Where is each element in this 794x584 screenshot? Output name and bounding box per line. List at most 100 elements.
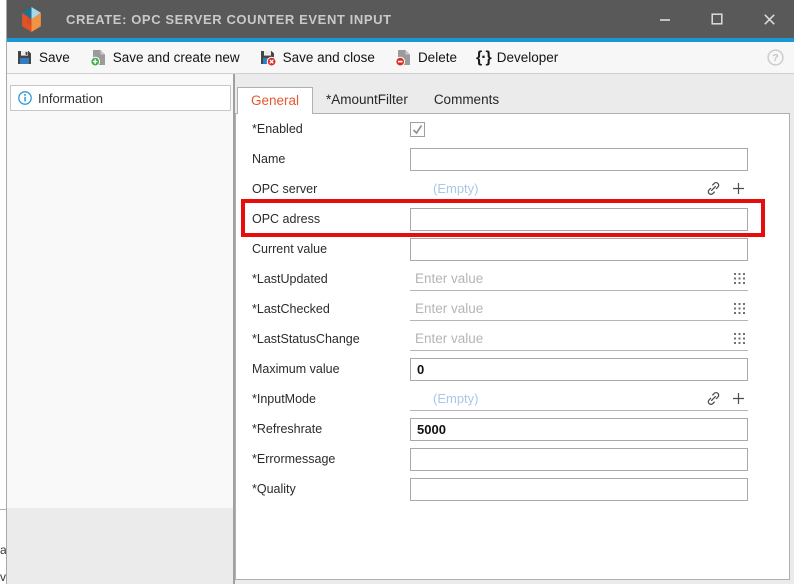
field-value-area <box>410 444 748 474</box>
refreshrate-input[interactable] <box>410 418 748 441</box>
save-close-icon <box>259 49 277 67</box>
form-row-current-value: Current value <box>236 234 789 264</box>
opc-server-lookup[interactable]: (Empty) <box>410 176 748 201</box>
dialog-window: CREATE: OPC SERVER COUNTER EVENT INPUT S… <box>7 0 794 584</box>
name-input[interactable] <box>410 148 748 171</box>
tab-amountfilter[interactable]: *AmountFilter <box>313 87 421 113</box>
field-label: *InputMode <box>252 392 410 406</box>
background-divider <box>0 509 7 510</box>
toolbar: Save Save and create new Save and close Del… <box>7 42 794 74</box>
grid-icon[interactable] <box>734 333 745 344</box>
enabled-checkbox[interactable] <box>410 122 425 137</box>
lookup-actions <box>706 181 748 196</box>
link-icon[interactable] <box>706 181 721 196</box>
toolbar-button-label: Save and close <box>283 50 375 65</box>
toolbar-button-label: Save and create new <box>113 50 240 65</box>
tab-bar: General*AmountFilterComments <box>237 85 790 113</box>
lookup-value: (Empty) <box>433 181 479 196</box>
field-value-area <box>410 234 748 264</box>
laststatuschange-date-field[interactable]: Enter value <box>410 326 748 351</box>
field-label: *LastStatusChange <box>252 332 410 346</box>
app-logo-icon <box>19 6 44 33</box>
form-panel: *Enabled Name OPC server (Empty) OPC adress C… <box>235 113 790 580</box>
toolbar-button-label: Developer <box>497 50 559 65</box>
maximum-value-input[interactable] <box>410 358 748 381</box>
field-label: *Enabled <box>252 122 410 136</box>
window-title: CREATE: OPC SERVER COUNTER EVENT INPUT <box>66 12 392 27</box>
link-icon[interactable] <box>706 391 721 406</box>
form-row-refreshrate: *Refreshrate <box>236 414 789 444</box>
add-icon[interactable] <box>732 392 745 405</box>
current-value-input[interactable] <box>410 238 748 261</box>
lookup-actions <box>706 391 748 406</box>
background-window-sliver: ar vi <box>0 0 7 584</box>
quality-input[interactable] <box>410 478 748 501</box>
field-value-area: (Empty) <box>410 384 748 414</box>
lastchecked-date-field[interactable]: Enter value <box>410 296 748 321</box>
add-icon[interactable] <box>732 182 745 195</box>
inputmode-lookup[interactable]: (Empty) <box>410 386 748 411</box>
form-row-opc-adress: OPC adress <box>236 204 789 234</box>
close-button[interactable] <box>762 12 776 26</box>
background-text-fragment: vi <box>0 570 7 584</box>
field-label: *Quality <box>252 482 410 496</box>
sidebar-item-label: Information <box>38 91 103 106</box>
sidebar: Information <box>7 74 233 584</box>
svg-text:?: ? <box>772 52 778 64</box>
field-value-area <box>410 414 748 444</box>
field-label: Name <box>252 152 410 166</box>
save-and-create-new-button[interactable]: Save and create new <box>89 49 240 67</box>
field-label: OPC adress <box>252 212 410 226</box>
lastupdated-date-field[interactable]: Enter value <box>410 266 748 291</box>
toolbar-button-label: Save <box>39 50 70 65</box>
main-area: General*AmountFilterComments *Enabled Nam… <box>235 74 794 584</box>
date-picker-actions <box>734 273 748 284</box>
field-value-area <box>410 354 748 384</box>
maximize-button[interactable] <box>710 12 724 26</box>
info-icon <box>18 91 32 105</box>
field-placeholder: Enter value <box>415 271 483 286</box>
field-placeholder: Enter value <box>415 331 483 346</box>
form-row-quality: *Quality <box>236 474 789 504</box>
form-row-maximum-value: Maximum value <box>236 354 789 384</box>
content-area: Information General*AmountFilterComments… <box>7 74 794 584</box>
opc-adress-input[interactable] <box>410 208 748 231</box>
form-row-inputmode: *InputMode (Empty) <box>236 384 789 414</box>
minimize-button[interactable] <box>658 12 672 26</box>
form-row-name: Name <box>236 144 789 174</box>
save-create-new-icon <box>89 49 107 67</box>
grid-icon[interactable] <box>734 303 745 314</box>
field-label: *LastUpdated <box>252 272 410 286</box>
toolbar-button-label: Delete <box>418 50 457 65</box>
field-label: *Refreshrate <box>252 422 410 436</box>
field-label: *LastChecked <box>252 302 410 316</box>
form-row-lastchecked: *LastCheckedEnter value <box>236 294 789 324</box>
field-value-area <box>410 474 748 504</box>
tab-comments[interactable]: Comments <box>421 87 512 113</box>
delete-button[interactable]: Delete <box>394 49 457 67</box>
grid-icon[interactable] <box>734 273 745 284</box>
field-label: *Errormessage <box>252 452 410 466</box>
tab-general[interactable]: General <box>237 87 313 114</box>
sidebar-item-information[interactable]: Information <box>10 85 231 111</box>
save-icon <box>16 49 33 66</box>
field-value-area: Enter value <box>410 294 748 324</box>
lookup-value: (Empty) <box>433 391 479 406</box>
sidebar-panel <box>7 74 233 508</box>
field-value-area: Enter value <box>410 324 748 354</box>
developer-button[interactable]: {·} Developer <box>476 49 558 67</box>
form-row-enabled: *Enabled <box>236 114 789 144</box>
field-value-area: Enter value <box>410 264 748 294</box>
form-row-errormessage: *Errormessage <box>236 444 789 474</box>
field-label: OPC server <box>252 182 410 196</box>
date-picker-actions <box>734 303 748 314</box>
title-bar: CREATE: OPC SERVER COUNTER EVENT INPUT <box>7 0 794 38</box>
developer-icon: {·} <box>476 49 491 67</box>
field-label: Maximum value <box>252 362 410 376</box>
errormessage-input[interactable] <box>410 448 748 471</box>
help-icon[interactable]: ? <box>767 49 784 66</box>
field-label: Current value <box>252 242 410 256</box>
check-icon <box>411 123 424 136</box>
save-button[interactable]: Save <box>16 49 70 66</box>
save-and-close-button[interactable]: Save and close <box>259 49 375 67</box>
